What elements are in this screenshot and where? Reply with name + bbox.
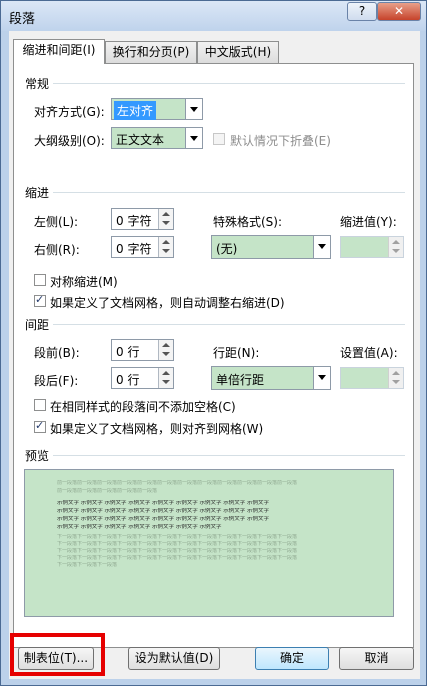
space-after-value: 0 行 bbox=[116, 373, 140, 387]
left-indent-label: 左侧(L): bbox=[34, 215, 79, 229]
indent-by-label: 缩进值(Y): bbox=[340, 215, 397, 229]
collapse-by-default-label: 默认情况下折叠(E) bbox=[230, 134, 331, 148]
space-after-input[interactable]: 0 行 bbox=[111, 367, 174, 389]
title-bar: 段落 ? ✕ bbox=[1, 1, 426, 31]
tab-line-page-breaks[interactable]: 换行和分页(P) bbox=[105, 41, 197, 63]
outline-level-select[interactable]: 正文文本 bbox=[111, 127, 203, 149]
no-space-same-style-checkbox[interactable] bbox=[34, 399, 46, 411]
cancel-button[interactable]: 取消 bbox=[339, 647, 414, 670]
outline-level-label: 大纲级别(O): bbox=[34, 134, 105, 148]
preview-next-paragraph: 下一段落下一段落下一段落下一段落下一段落下一段落下一段落下一段落下一段落下一段落… bbox=[57, 534, 298, 540]
outline-level-value: 正文文本 bbox=[116, 133, 165, 147]
line-spacing-label: 行距(N): bbox=[213, 346, 260, 360]
preview-sample-text: 示例文字 示例文字 示例文字 示例文字 示例文字 示例文字 示例文字 bbox=[57, 524, 222, 530]
preview-next-paragraph: 下一段落下一段落下一段落 bbox=[57, 562, 118, 568]
stepper-icon[interactable] bbox=[158, 209, 173, 229]
preview-pane: 前一段落前一段落前一段落前一段落前一段落前一段落前一段落前一段落前一段落前一段落… bbox=[24, 469, 394, 617]
set-as-default-button[interactable]: 设为默认值(D) bbox=[128, 647, 220, 670]
stepper-icon[interactable] bbox=[388, 237, 403, 257]
preview-next-paragraph: 下一段落下一段落下一段落下一段落下一段落下一段落下一段落下一段落下一段落下一段落… bbox=[57, 555, 298, 561]
section-general: 常规 bbox=[25, 77, 50, 91]
stepper-icon[interactable] bbox=[158, 237, 173, 257]
line-spacing-value: 单倍行距 bbox=[216, 373, 265, 387]
highlight-annotation bbox=[10, 633, 105, 676]
auto-adjust-right-indent-checkbox[interactable] bbox=[34, 293, 46, 307]
space-before-input[interactable]: 0 行 bbox=[111, 339, 174, 361]
separator bbox=[53, 324, 405, 325]
mirror-indents-label: 对称缩进(M) bbox=[50, 275, 118, 289]
mirror-indents-checkbox[interactable] bbox=[34, 274, 46, 286]
stepper-icon[interactable] bbox=[388, 368, 403, 388]
alignment-value: 左对齐 bbox=[114, 101, 157, 120]
tab-indents-spacing[interactable]: 缩进和间距(I) bbox=[13, 39, 105, 64]
ok-button[interactable]: 确定 bbox=[255, 647, 329, 670]
preview-previous-paragraph: 前一段落前一段落前一段落前一段落前一段落前一段落前一段落前一段落前一段落前一段落… bbox=[57, 480, 298, 486]
left-indent-value: 0 字符 bbox=[116, 214, 152, 228]
spacing-at-input[interactable] bbox=[340, 367, 404, 389]
help-button[interactable]: ? bbox=[347, 2, 377, 21]
stepper-icon[interactable] bbox=[158, 368, 173, 388]
space-before-value: 0 行 bbox=[116, 345, 140, 359]
alignment-label: 对齐方式(G): bbox=[34, 105, 105, 119]
chevron-down-icon[interactable] bbox=[185, 99, 202, 119]
collapse-by-default-checkbox[interactable] bbox=[213, 133, 225, 145]
stepper-icon[interactable] bbox=[158, 340, 173, 360]
auto-adjust-right-indent-label: 如果定义了文档网格，则自动调整右缩进(D) bbox=[50, 296, 285, 310]
tab-asian-typography[interactable]: 中文版式(H) bbox=[197, 41, 279, 63]
section-preview: 预览 bbox=[25, 449, 50, 463]
chevron-down-icon[interactable] bbox=[313, 236, 330, 258]
special-format-value: (无) bbox=[216, 242, 238, 256]
left-indent-input[interactable]: 0 字符 bbox=[111, 208, 174, 230]
chevron-down-icon[interactable] bbox=[185, 128, 202, 148]
window-title: 段落 bbox=[9, 12, 36, 27]
right-indent-label: 右侧(R): bbox=[34, 243, 80, 257]
preview-sample-text: 示例文字 示例文字 示例文字 示例文字 示例文字 示例文字 示例文字 示例文字 … bbox=[57, 516, 269, 522]
section-indentation: 缩进 bbox=[25, 186, 50, 200]
snap-to-grid-label: 如果定义了文档网格，则对齐到网格(W) bbox=[50, 422, 264, 436]
special-format-select[interactable]: (无) bbox=[211, 235, 331, 259]
right-indent-value: 0 字符 bbox=[116, 242, 152, 256]
separator bbox=[53, 455, 405, 456]
space-before-label: 段前(B): bbox=[34, 346, 80, 360]
section-spacing: 间距 bbox=[25, 318, 50, 332]
snap-to-grid-checkbox[interactable] bbox=[34, 419, 46, 433]
space-after-label: 段后(F): bbox=[34, 374, 79, 388]
close-button[interactable]: ✕ bbox=[377, 2, 421, 21]
chevron-down-icon[interactable] bbox=[313, 367, 330, 389]
no-space-same-style-label: 在相同样式的段落间不添加空格(C) bbox=[50, 400, 236, 414]
special-format-label: 特殊格式(S): bbox=[213, 215, 283, 229]
separator bbox=[53, 83, 405, 84]
right-indent-input[interactable]: 0 字符 bbox=[111, 236, 174, 258]
preview-sample-text: 示例文字 示例文字 示例文字 示例文字 示例文字 示例文字 示例文字 示例文字 … bbox=[57, 500, 269, 506]
preview-next-paragraph: 下一段落下一段落下一段落下一段落下一段落下一段落下一段落下一段落下一段落下一段落… bbox=[57, 541, 298, 547]
paragraph-dialog: 段落 ? ✕ 缩进和间距(I) 换行和分页(P) 中文版式(H) 常规 对齐方式… bbox=[0, 0, 427, 686]
separator bbox=[53, 192, 405, 193]
alignment-select[interactable]: 左对齐 bbox=[111, 98, 203, 120]
indent-by-input[interactable] bbox=[340, 236, 404, 258]
preview-sample-text: 示例文字 示例文字 示例文字 示例文字 示例文字 示例文字 示例文字 示例文字 … bbox=[57, 508, 269, 514]
line-spacing-select[interactable]: 单倍行距 bbox=[211, 366, 331, 390]
preview-previous-paragraph: 前一段落前一段落前一段落前一段落前一段落 bbox=[57, 488, 158, 494]
preview-next-paragraph: 下一段落下一段落下一段落下一段落下一段落下一段落下一段落下一段落下一段落下一段落… bbox=[57, 548, 298, 554]
spacing-at-label: 设置值(A): bbox=[340, 346, 398, 360]
